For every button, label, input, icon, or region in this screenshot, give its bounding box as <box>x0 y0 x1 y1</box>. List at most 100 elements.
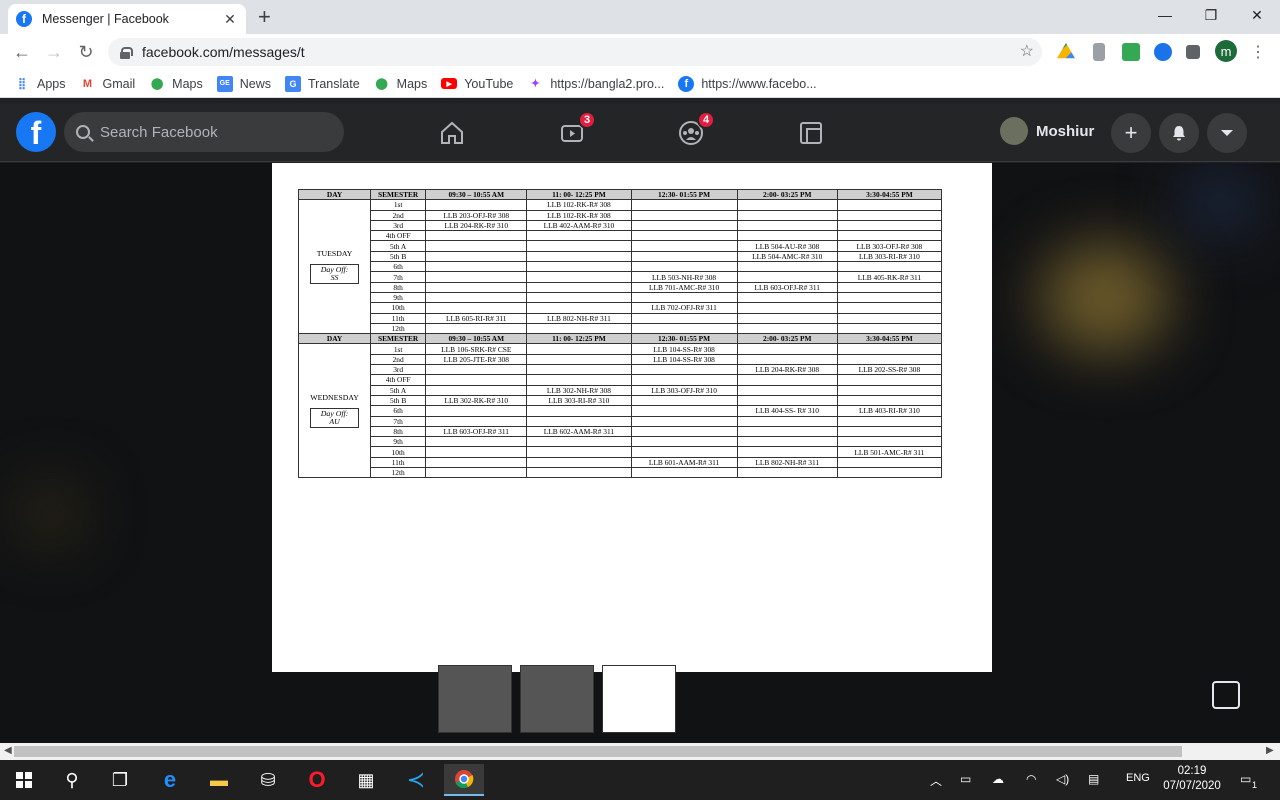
bookmark-facebook[interactable]: f https://www.facebo... <box>678 75 817 92</box>
class-cell <box>736 291 838 304</box>
class-cell <box>836 374 943 386</box>
profile-shortcut[interactable]: Moshiur <box>1000 117 1094 145</box>
extension-icon[interactable] <box>1093 43 1105 61</box>
browser-toolbar: ← → ↻ facebook.com/messages/t ☆ m ⋮ <box>0 34 1280 70</box>
address-bar[interactable]: facebook.com/messages/t ☆ <box>108 38 1042 66</box>
class-cell <box>836 322 943 335</box>
class-cell <box>736 230 838 242</box>
clock-date: 07/07/2020 <box>1163 780 1221 792</box>
class-cell: LLB 702-OFJ-R# 311 <box>630 302 738 314</box>
task-view-icon[interactable]: ❐ <box>100 764 140 796</box>
wifi-icon[interactable]: ◠ <box>1026 772 1036 786</box>
schedule-header-cell: 11: 00- 12:25 PM <box>526 188 632 201</box>
notifications-bell-icon[interactable] <box>1159 113 1199 153</box>
class-cell <box>630 312 738 324</box>
watch-nav-icon[interactable]: 3 <box>552 111 596 153</box>
schedule-document[interactable]: DAY SEMESTER 09:30 – 10:55 AM 11: 00- 12:25… <box>272 163 992 672</box>
file-explorer-icon[interactable]: ▬ <box>199 764 239 796</box>
class-cell <box>836 230 943 242</box>
bookmark-translate[interactable]: G Translate <box>285 75 360 92</box>
schedule-header-cell: SEMESTER <box>370 333 427 345</box>
language-indicator[interactable]: ENG <box>1126 772 1150 784</box>
volume-icon[interactable]: ◁) <box>1056 772 1069 786</box>
reload-icon[interactable]: ↻ <box>74 41 98 63</box>
gaming-nav-icon[interactable] <box>791 113 831 153</box>
minimize-button[interactable]: — <box>1142 4 1188 26</box>
chrome-menu-icon[interactable]: ⋮ <box>1250 42 1266 62</box>
onedrive-icon[interactable]: ☁ <box>992 772 1004 786</box>
class-cell <box>836 467 943 479</box>
maps-pin-icon: ⬤ <box>375 78 388 90</box>
class-cell <box>425 374 528 386</box>
profile-avatar[interactable]: m <box>1215 40 1237 62</box>
close-window-button[interactable]: ✕ <box>1234 4 1280 26</box>
restore-button[interactable]: ❐ <box>1188 4 1234 26</box>
bookmark-star-icon[interactable]: ☆ <box>1020 41 1034 61</box>
calculator-icon[interactable]: ▦ <box>346 764 386 796</box>
tab-close-icon[interactable]: ✕ <box>222 11 238 28</box>
bookmark-maps-2[interactable]: ⬤ Maps <box>374 76 428 92</box>
forward-arrow-icon[interactable]: → <box>42 41 66 63</box>
vscode-icon[interactable]: ≺ <box>396 764 436 796</box>
clock[interactable]: 02:19 07/07/2020 <box>1160 764 1224 794</box>
horizontal-scrollbar[interactable]: ◀ ▶ <box>0 743 1280 760</box>
scroll-left-arrow-icon[interactable]: ◀ <box>4 745 12 756</box>
class-cell <box>630 425 738 438</box>
search-icon[interactable]: ⚲ <box>52 764 92 796</box>
search-input[interactable] <box>100 123 320 141</box>
class-cell <box>526 446 632 458</box>
notification-center-icon[interactable]: ▭ <box>1240 772 1251 786</box>
create-button[interactable]: + <box>1111 113 1151 153</box>
bookmark-maps[interactable]: ⬤ Maps <box>149 76 203 92</box>
photo-thumbnail[interactable] <box>520 665 594 733</box>
bookmarks-bar: ⣿ Apps M Gmail ⬤ Maps GE News G Translate ⬤ Ma… <box>0 70 1280 98</box>
opera-icon[interactable]: O <box>297 764 337 796</box>
extensions-puzzle-icon[interactable] <box>1186 45 1200 59</box>
day-off-teacher: AU <box>329 417 340 427</box>
scroll-right-arrow-icon[interactable]: ▶ <box>1266 745 1274 756</box>
class-cell <box>736 209 838 221</box>
edge-icon[interactable]: e <box>150 764 190 796</box>
scrollbar-thumb[interactable] <box>14 746 1182 757</box>
drive-extension-icon[interactable] <box>1057 43 1075 59</box>
store-icon[interactable]: ⛁ <box>248 764 288 796</box>
photo-thumbnail[interactable] <box>438 665 512 733</box>
windows-start-icon[interactable] <box>4 764 44 796</box>
semester-cell: 12th <box>370 322 427 335</box>
bookmark-apps[interactable]: ⣿ Apps <box>14 76 66 92</box>
class-cell: LLB 204-RK-R# 310 <box>425 219 528 232</box>
class-cell <box>736 322 838 335</box>
user-avatar <box>1000 117 1028 145</box>
class-cell <box>836 281 943 293</box>
class-cell <box>425 322 528 335</box>
photo-thumbnail-active[interactable] <box>602 665 676 733</box>
keyboard-icon[interactable]: ▤ <box>1088 772 1099 786</box>
extension-check-icon[interactable] <box>1122 43 1140 61</box>
battery-icon[interactable]: ▭ <box>960 772 971 786</box>
new-tab-button[interactable]: + <box>258 6 271 28</box>
class-cell <box>836 199 943 211</box>
day-off-box: Day Off: SS <box>309 264 360 285</box>
bookmark-youtube[interactable]: ▶ YouTube <box>441 77 513 91</box>
semester-cell: 8th <box>370 281 427 293</box>
schedule-row: 12th <box>299 467 943 479</box>
class-cell <box>526 343 632 355</box>
bookmark-news[interactable]: GE News <box>216 75 271 92</box>
facebook-search[interactable] <box>64 112 344 152</box>
bookmark-bangla2[interactable]: ✦ https://bangla2.pro... <box>527 76 665 92</box>
tray-chevron-icon[interactable]: ︿ <box>930 772 942 789</box>
bookmark-gmail[interactable]: M Gmail <box>80 76 135 92</box>
class-cell <box>425 446 528 458</box>
photo-icon[interactable] <box>1212 681 1240 709</box>
chrome-taskbar-icon[interactable] <box>444 764 484 796</box>
class-cell <box>736 374 838 386</box>
account-menu-button[interactable] <box>1207 113 1247 153</box>
back-arrow-icon[interactable]: ← <box>10 41 34 63</box>
semester-cell: 5th A <box>370 384 427 396</box>
browser-tab[interactable]: f Messenger | Facebook ✕ <box>8 4 246 34</box>
extension-c-icon[interactable] <box>1154 43 1172 61</box>
home-nav-icon[interactable] <box>432 113 472 153</box>
facebook-logo[interactable]: f <box>16 112 56 152</box>
class-cell: LLB 202-SS-R# 308 <box>836 364 943 376</box>
groups-nav-icon[interactable]: 4 <box>671 111 715 153</box>
